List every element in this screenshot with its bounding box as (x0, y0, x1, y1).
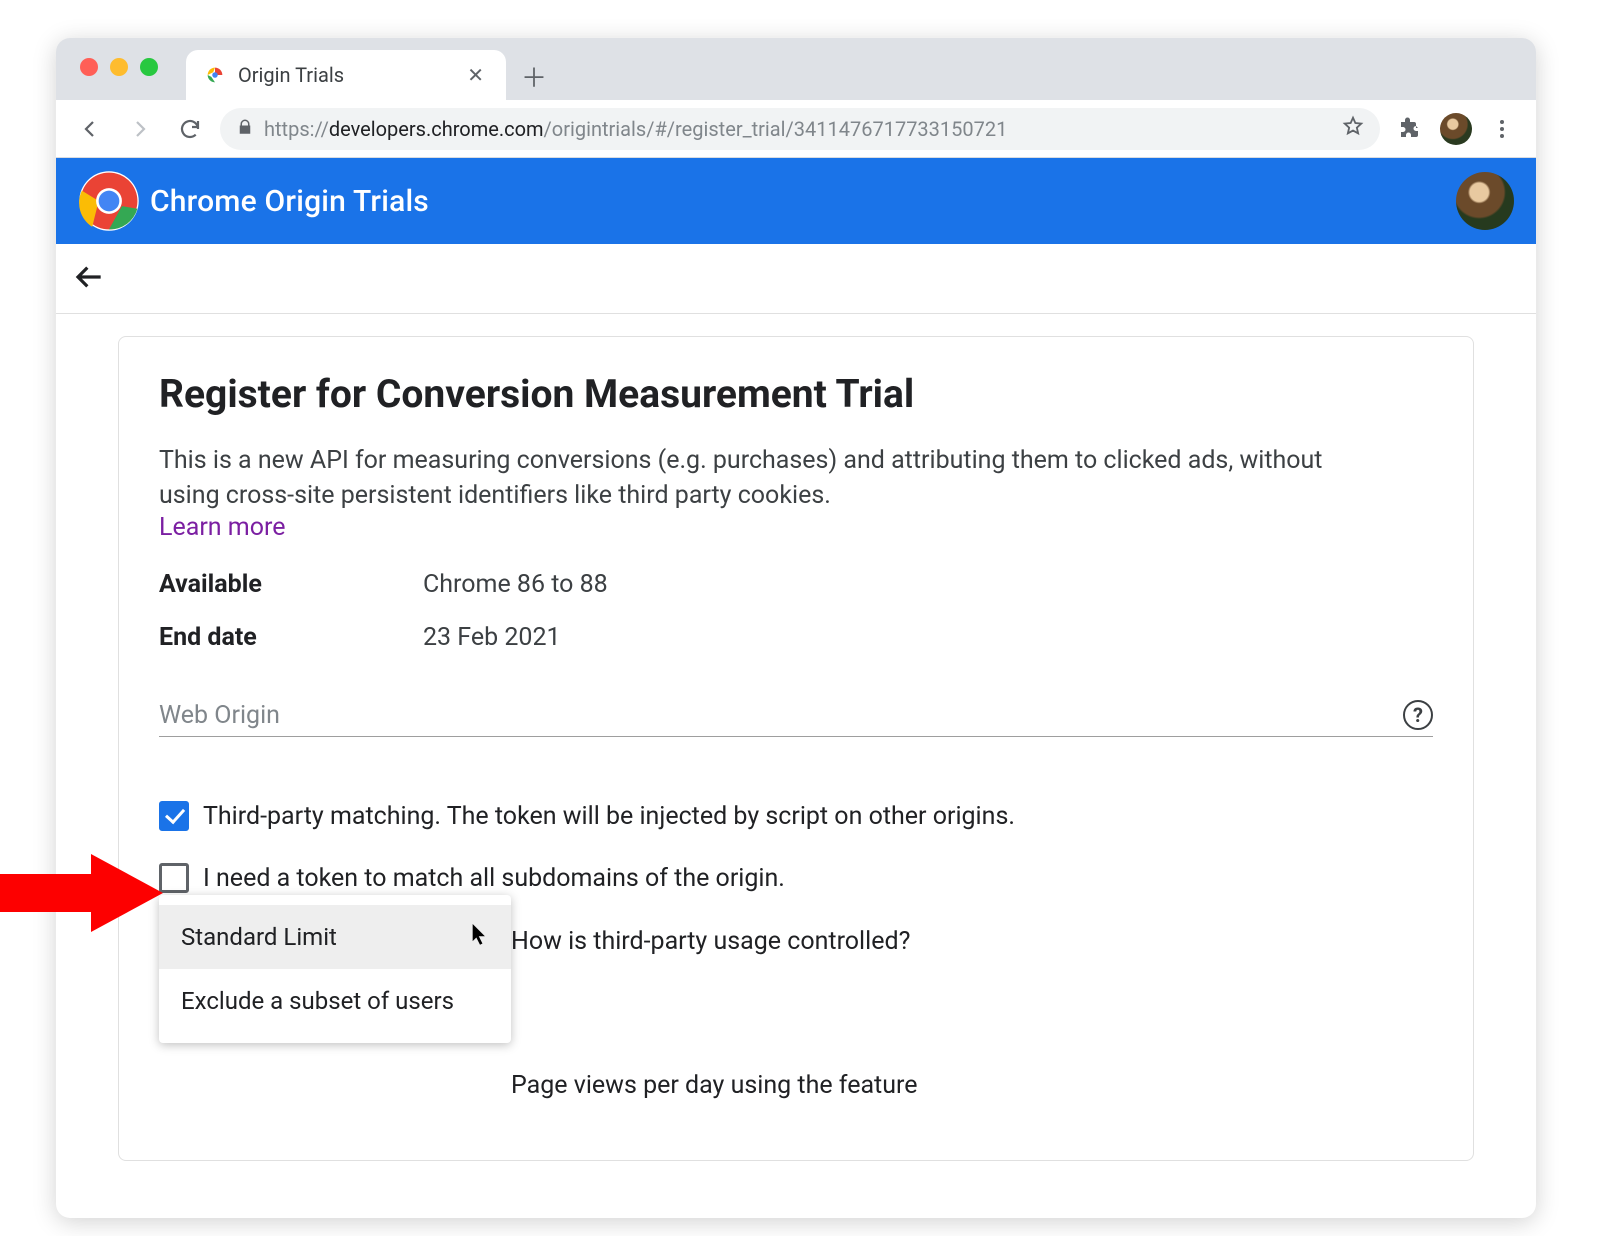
usage-question-2: Page views per day using the feature (511, 1071, 1433, 1100)
site-banner: Chrome Origin Trials (56, 158, 1536, 244)
maximize-window-icon[interactable] (140, 58, 158, 76)
profile-avatar[interactable] (1440, 113, 1472, 145)
minimize-window-icon[interactable] (110, 58, 128, 76)
available-label: Available (159, 570, 423, 599)
reload-button[interactable] (170, 109, 210, 149)
new-tab-button[interactable]: ＋ (516, 58, 552, 94)
page-description: This is a new API for measuring conversi… (159, 443, 1339, 513)
end-date-value: 23 Feb 2021 (423, 623, 561, 652)
checkbox-checked-icon[interactable] (159, 801, 189, 831)
chrome-logo-icon (78, 170, 140, 232)
menu-icon[interactable] (1482, 109, 1522, 149)
usage-question-1: How is third-party usage controlled? (511, 925, 1433, 956)
dropdown-option-label: Standard Limit (181, 923, 337, 951)
browser-toolbar: https://developers.chrome.com/origintria… (56, 100, 1536, 158)
dropdown-option-label: Exclude a subset of users (181, 987, 454, 1015)
third-party-label: Third-party matching. The token will be … (203, 802, 1015, 831)
page-heading: Register for Conversion Measurement Tria… (159, 371, 1433, 417)
browser-tab[interactable]: Origin Trials ✕ (186, 50, 506, 100)
dropdown-option[interactable]: Standard Limit (159, 905, 511, 969)
window-controls (80, 58, 186, 100)
close-tab-icon[interactable]: ✕ (463, 63, 488, 87)
cursor-icon (471, 924, 489, 951)
back-arrow-icon[interactable] (74, 261, 106, 297)
tab-title: Origin Trials (238, 63, 451, 87)
banner-title: Chrome Origin Trials (150, 184, 429, 219)
annotation-arrow (0, 854, 163, 932)
chrome-favicon-icon (204, 64, 226, 86)
dropdown-option[interactable]: Exclude a subset of users (159, 969, 511, 1033)
trial-meta: Available Chrome 86 to 88 End date 23 Fe… (159, 570, 1433, 652)
web-origin-placeholder: Web Origin (159, 701, 1403, 730)
user-avatar[interactable] (1456, 172, 1514, 230)
learn-more-link[interactable]: Learn more (159, 513, 285, 542)
checkbox-unchecked-icon[interactable] (159, 863, 189, 893)
browser-window: Origin Trials ✕ ＋ https://developers.chr… (56, 38, 1536, 1218)
back-button[interactable] (70, 109, 110, 149)
lock-icon (236, 117, 254, 141)
close-window-icon[interactable] (80, 58, 98, 76)
url-text: https://developers.chrome.com/origintria… (264, 117, 1332, 141)
tab-strip: Origin Trials ✕ ＋ (56, 38, 1536, 100)
page-subbar (56, 244, 1536, 314)
extensions-icon[interactable] (1390, 109, 1430, 149)
subdomains-label: I need a token to match all subdomains o… (203, 864, 785, 893)
address-bar[interactable]: https://developers.chrome.com/origintria… (220, 108, 1380, 150)
star-icon[interactable] (1342, 115, 1364, 142)
content-card: Register for Conversion Measurement Tria… (118, 336, 1474, 1161)
forward-button[interactable] (120, 109, 160, 149)
available-value: Chrome 86 to 88 (423, 570, 608, 599)
options-list: Third-party matching. The token will be … (159, 801, 1433, 893)
usage-limit-dropdown[interactable]: Standard Limit Exclude a subset of users (159, 925, 511, 1045)
third-party-checkbox-row[interactable]: Third-party matching. The token will be … (159, 801, 1433, 831)
subdomains-checkbox-row[interactable]: I need a token to match all subdomains o… (159, 863, 1433, 893)
help-icon[interactable]: ? (1403, 700, 1433, 730)
web-origin-field[interactable]: Web Origin ? (159, 700, 1433, 737)
dropdown-menu: Standard Limit Exclude a subset of users (159, 895, 511, 1043)
end-date-label: End date (159, 623, 423, 652)
usage-section: Standard Limit Exclude a subset of users… (159, 925, 1433, 1100)
